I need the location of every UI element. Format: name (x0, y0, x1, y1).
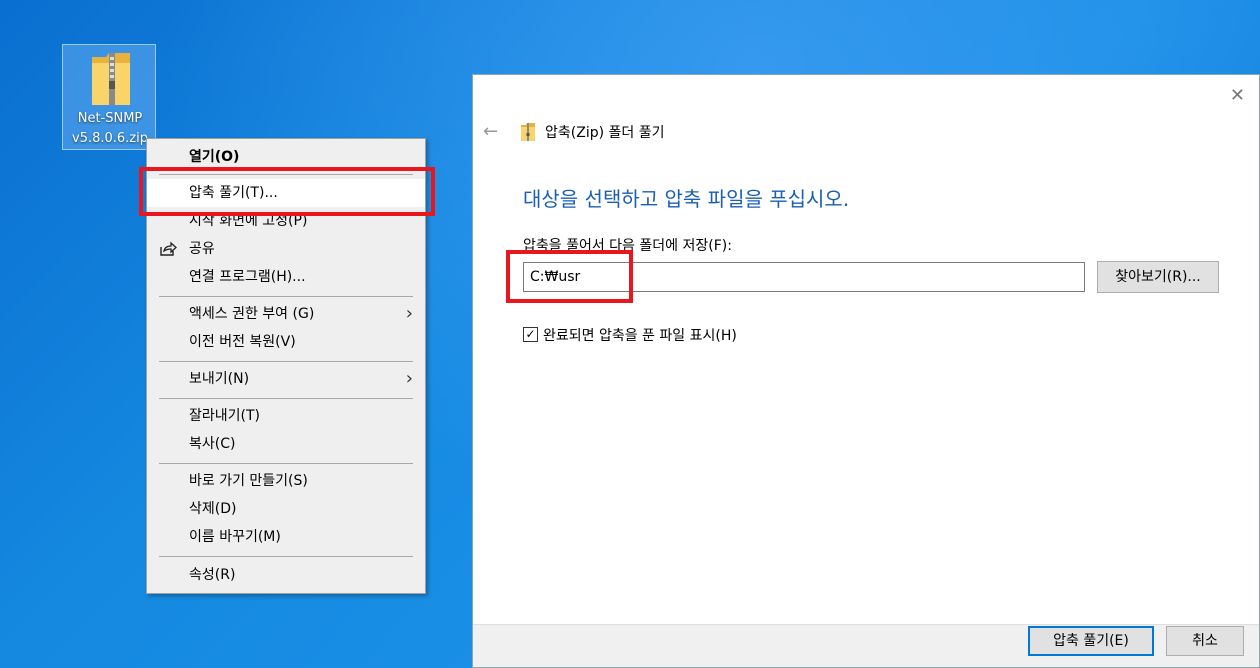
show-files-checkbox-label: 완료되면 압축을 푼 파일 표시(H) (543, 328, 737, 344)
dialog-title: 압축(Zip) 폴더 풀기 (545, 125, 665, 141)
close-icon[interactable]: ✕ (1230, 85, 1245, 106)
menu-item-restore-versions[interactable]: 이전 버전 복원(V) (147, 328, 425, 356)
extract-dialog: ✕ ← 압축(Zip) 폴더 풀기 대상을 선택하고 압축 파일을 푸십시오. … (472, 74, 1260, 668)
chevron-right-icon: › (405, 303, 413, 324)
desktop-icon-label: Net-SNMP v5.8.0.6.zip (72, 111, 148, 146)
chevron-right-icon: › (405, 368, 413, 389)
menu-item-create-shortcut[interactable]: 바로 가기 만들기(S) (147, 467, 425, 495)
desktop-zip-file-icon[interactable]: Net-SNMP v5.8.0.6.zip (62, 44, 156, 150)
menu-item-cut[interactable]: 잘라내기(T) (147, 402, 425, 430)
menu-item-give-access[interactable]: 액세스 권한 부여 (G) › (147, 300, 425, 328)
menu-item-delete[interactable]: 삭제(D) (147, 495, 425, 523)
zip-folder-icon (521, 123, 535, 141)
menu-item-share[interactable]: 공유 (147, 235, 425, 263)
menu-separator (159, 556, 413, 557)
extract-button[interactable]: 압축 풀기(E) (1028, 626, 1154, 656)
menu-item-open-with[interactable]: 연결 프로그램(H)... (147, 263, 425, 291)
dialog-heading: 대상을 선택하고 압축 파일을 푸십시오. (523, 187, 850, 211)
share-icon (160, 241, 177, 256)
zip-folder-icon (92, 53, 130, 105)
back-arrow-icon[interactable]: ← (483, 121, 498, 142)
menu-item-copy[interactable]: 복사(C) (147, 430, 425, 458)
menu-item-rename[interactable]: 이름 바꾸기(M) (147, 523, 425, 551)
show-files-checkbox[interactable]: ✓ (523, 327, 538, 342)
menu-separator (159, 361, 413, 362)
menu-item-properties[interactable]: 속성(R) (147, 561, 425, 589)
highlight-box-extract-menu (139, 167, 435, 216)
menu-separator (159, 463, 413, 464)
browse-button[interactable]: 찾아보기(R)... (1097, 261, 1219, 293)
menu-separator (159, 398, 413, 399)
cancel-button[interactable]: 취소 (1166, 626, 1244, 656)
menu-separator (159, 296, 413, 297)
menu-item-send-to[interactable]: 보내기(N) › (147, 365, 425, 393)
highlight-box-path (506, 250, 633, 303)
